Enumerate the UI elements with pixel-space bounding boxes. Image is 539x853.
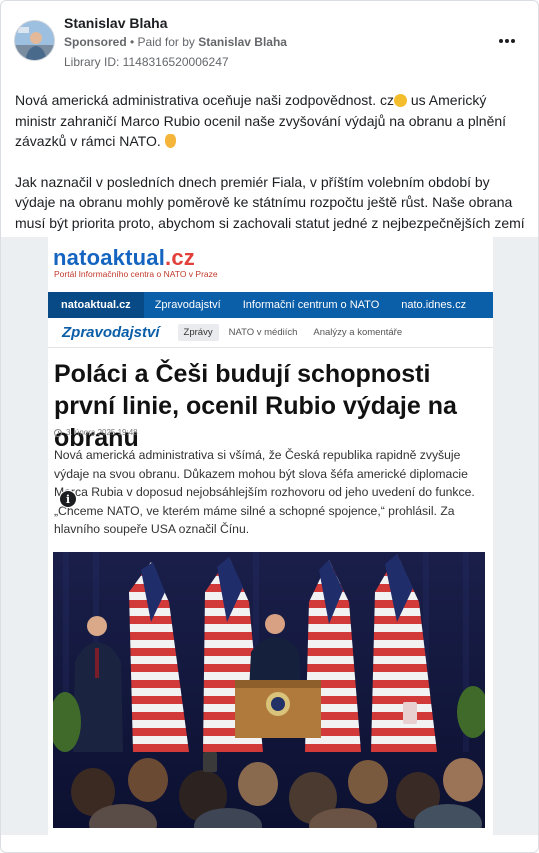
handshake-emoji-icon — [393, 94, 407, 107]
ellipsis-icon — [505, 39, 509, 43]
more-options-button[interactable] — [495, 31, 519, 51]
section-title: Zpravodajství — [62, 324, 160, 341]
natoaktual-logo: natoaktual.cz — [53, 245, 195, 270]
article-headline: Poláci a Češi budují schopnosti první li… — [54, 360, 457, 452]
author-avatar[interactable] — [14, 20, 55, 61]
author-name[interactable]: Stanislav Blaha — [64, 15, 168, 31]
nav-item-natoaktual: natoaktual.cz — [48, 292, 144, 318]
post-paragraph-1: Nová americká administrativa oceňuje naš… — [15, 90, 529, 152]
ellipsis-icon — [499, 39, 503, 43]
article-date: 3. února 2025 19:48 — [54, 428, 138, 437]
site-sub-nav: Zpravodajství Zprávy NATO v médiích Anal… — [48, 318, 493, 348]
tab-nato-v-mediich: NATO v médiích — [228, 327, 298, 338]
article-lead: Nová americká administrativa si všímá, ž… — [54, 448, 475, 536]
paid-for-prefix: • Paid for by — [126, 35, 199, 49]
article-screenshot: natoaktual.cz Portál Informačního centra… — [48, 237, 493, 835]
clock-icon — [54, 428, 62, 437]
thumbs-up-emoji-icon — [164, 134, 176, 148]
article-photo — [53, 552, 485, 828]
nav-item-informacni-centrum: Informační centrum o NATO — [242, 299, 380, 311]
payer-name[interactable]: Stanislav Blaha — [198, 35, 287, 49]
ellipsis-icon — [511, 39, 515, 43]
logo-tagline: Portál Informačního centra o NATO v Praz… — [54, 269, 218, 279]
tab-analyzy: Analýzy a komentáře — [313, 327, 403, 338]
tab-zpravy: Zprávy — [177, 324, 219, 341]
sponsored-line: Sponsored • Paid for by Stanislav Blaha — [64, 35, 287, 49]
sponsored-post-card: Stanislav Blaha Sponsored • Paid for by … — [0, 0, 539, 853]
ad-creative[interactable]: natoaktual.cz Portál Informačního centra… — [1, 237, 538, 835]
site-top-nav: natoaktual.cz Zpravodajství Informační c… — [48, 292, 493, 318]
nav-item-nato-idnes: nato.idnes.cz — [401, 299, 467, 311]
post-text-part-a: Nová americká administrativa oceňuje naš… — [15, 92, 394, 108]
info-icon[interactable]: i — [59, 490, 77, 508]
library-id: Library ID: 1148316520006247 — [64, 55, 229, 69]
post-text: Nová americká administrativa oceňuje naš… — [15, 90, 529, 254]
sponsored-label: Sponsored — [64, 35, 127, 49]
nav-item-zpravodajstvi: Zpravodajství — [154, 299, 221, 311]
